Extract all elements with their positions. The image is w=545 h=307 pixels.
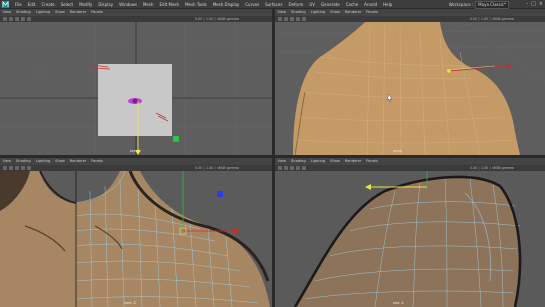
menu-generate[interactable]: Generate <box>318 0 343 9</box>
wireframe-icon[interactable] <box>15 17 19 21</box>
menu-lighting[interactable]: Lighting <box>33 158 53 165</box>
menu-panels[interactable]: Panels <box>364 158 381 165</box>
menu-show[interactable]: Show <box>328 158 343 165</box>
menu-modify[interactable]: Modify <box>76 0 95 9</box>
menu-help[interactable]: Help <box>380 0 395 9</box>
menu-edit[interactable]: Edit <box>25 0 39 9</box>
menu-shading[interactable]: Shading <box>14 158 34 165</box>
grid-icon[interactable] <box>284 166 288 170</box>
viewport-front[interactable]: View Shading Lighting Show Renderer Pane… <box>0 158 272 307</box>
workspace-dropdown[interactable]: Maya Classic* <box>475 0 509 9</box>
menu-surfaces[interactable]: Surfaces <box>262 0 285 9</box>
main-menubar: File Edit Create Select Modify Display W… <box>0 0 545 9</box>
viewport-top[interactable]: View Shading Lighting Show Renderer Pane… <box>0 9 272 155</box>
menu-mesh-tools[interactable]: Mesh Tools <box>182 0 210 9</box>
side-view-scene <box>293 171 522 307</box>
grid-icon[interactable] <box>9 17 13 21</box>
grid-icon[interactable] <box>9 166 13 170</box>
smooth-shade-icon[interactable] <box>296 166 300 170</box>
grid-icon[interactable] <box>284 17 288 21</box>
texture-icon[interactable] <box>27 17 31 21</box>
smooth-shade-icon[interactable] <box>296 17 300 21</box>
menu-renderer[interactable]: Renderer <box>67 9 88 16</box>
camera-label: front -Z <box>124 301 136 305</box>
wireframe-icon[interactable] <box>290 166 294 170</box>
camera-icon[interactable] <box>278 166 282 170</box>
minimize-button[interactable]: - <box>526 0 528 9</box>
texture-icon[interactable] <box>302 166 306 170</box>
menu-view[interactable]: View <box>0 158 14 165</box>
menu-lighting[interactable]: Lighting <box>33 9 53 16</box>
menu-show[interactable]: Show <box>53 9 68 16</box>
maya-logo-icon <box>2 1 9 8</box>
camera-label: top -Y <box>130 149 139 153</box>
camera-label: side -X <box>393 301 404 305</box>
menu-panels[interactable]: Panels <box>89 9 106 16</box>
menu-select[interactable]: Select <box>58 0 76 9</box>
window-controls: - □ × <box>526 0 543 9</box>
menu-mesh[interactable]: Mesh <box>140 0 157 9</box>
menu-show[interactable]: Show <box>53 158 68 165</box>
camera-icon[interactable] <box>3 17 7 21</box>
menu-show[interactable]: Show <box>328 9 343 16</box>
menu-uv[interactable]: UV <box>306 0 318 9</box>
menu-arnold[interactable]: Arnold <box>361 0 380 9</box>
viewport-menu: View Shading Lighting Show Renderer Pane… <box>275 158 545 165</box>
menu-edit-mesh[interactable]: Edit Mesh <box>157 0 183 9</box>
workspace-selector: Workspace : Maya Classic* <box>449 0 509 9</box>
menu-view[interactable]: View <box>0 9 14 16</box>
menu-renderer[interactable]: Renderer <box>342 9 363 16</box>
menu-file[interactable]: File <box>12 0 25 9</box>
viewport-persp[interactable]: View Shading Lighting Show Renderer Pane… <box>275 9 545 155</box>
camera-icon[interactable] <box>278 17 282 21</box>
texture-icon[interactable] <box>302 17 306 21</box>
menu-windows[interactable]: Windows <box>116 0 140 9</box>
top-view-scene <box>0 22 272 155</box>
workspace-label: Workspace : <box>448 2 474 7</box>
texture-icon[interactable] <box>27 166 31 170</box>
menu-curves[interactable]: Curves <box>242 0 262 9</box>
menu-display[interactable]: Display <box>95 0 116 9</box>
viewport-canvas[interactable]: top -Y <box>0 22 272 155</box>
wireframe-icon[interactable] <box>290 17 294 21</box>
menu-cache[interactable]: Cache <box>343 0 361 9</box>
menu-renderer[interactable]: Renderer <box>67 158 88 165</box>
smooth-shade-icon[interactable] <box>21 166 25 170</box>
menu-shading[interactable]: Shading <box>289 9 309 16</box>
camera-icon[interactable] <box>3 166 7 170</box>
menu-renderer[interactable]: Renderer <box>342 158 363 165</box>
menu-panels[interactable]: Panels <box>364 9 381 16</box>
menu-list: File Edit Create Select Modify Display W… <box>12 0 395 9</box>
menu-lighting[interactable]: Lighting <box>308 9 328 16</box>
menu-lighting[interactable]: Lighting <box>308 158 328 165</box>
viewport-menu: View Shading Lighting Show Renderer Pane… <box>0 9 272 16</box>
wireframe-icon[interactable] <box>15 166 19 170</box>
persp-view-scene <box>275 22 545 155</box>
viewport-canvas[interactable]: front -Z <box>0 171 272 307</box>
close-button[interactable]: × <box>539 0 543 9</box>
menu-mesh-display[interactable]: Mesh Display <box>210 0 243 9</box>
viewport-canvas[interactable]: side -X <box>275 171 545 307</box>
menu-panels[interactable]: Panels <box>89 158 106 165</box>
front-view-scene <box>0 171 270 307</box>
menu-view[interactable]: View <box>275 158 289 165</box>
menu-create[interactable]: Create <box>38 0 57 9</box>
maximize-button[interactable]: □ <box>531 0 536 9</box>
smooth-shade-icon[interactable] <box>21 17 25 21</box>
viewport-canvas[interactable]: persp <box>275 22 545 155</box>
menu-deform[interactable]: Deform <box>285 0 306 9</box>
menu-shading[interactable]: Shading <box>289 158 309 165</box>
viewport-side[interactable]: View Shading Lighting Show Renderer Pane… <box>275 158 545 307</box>
camera-label: persp <box>393 149 402 153</box>
menu-view[interactable]: View <box>275 9 289 16</box>
viewport-menu: View Shading Lighting Show Renderer Pane… <box>0 158 272 165</box>
viewport-menu: View Shading Lighting Show Renderer Pane… <box>275 9 545 16</box>
menu-shading[interactable]: Shading <box>14 9 34 16</box>
